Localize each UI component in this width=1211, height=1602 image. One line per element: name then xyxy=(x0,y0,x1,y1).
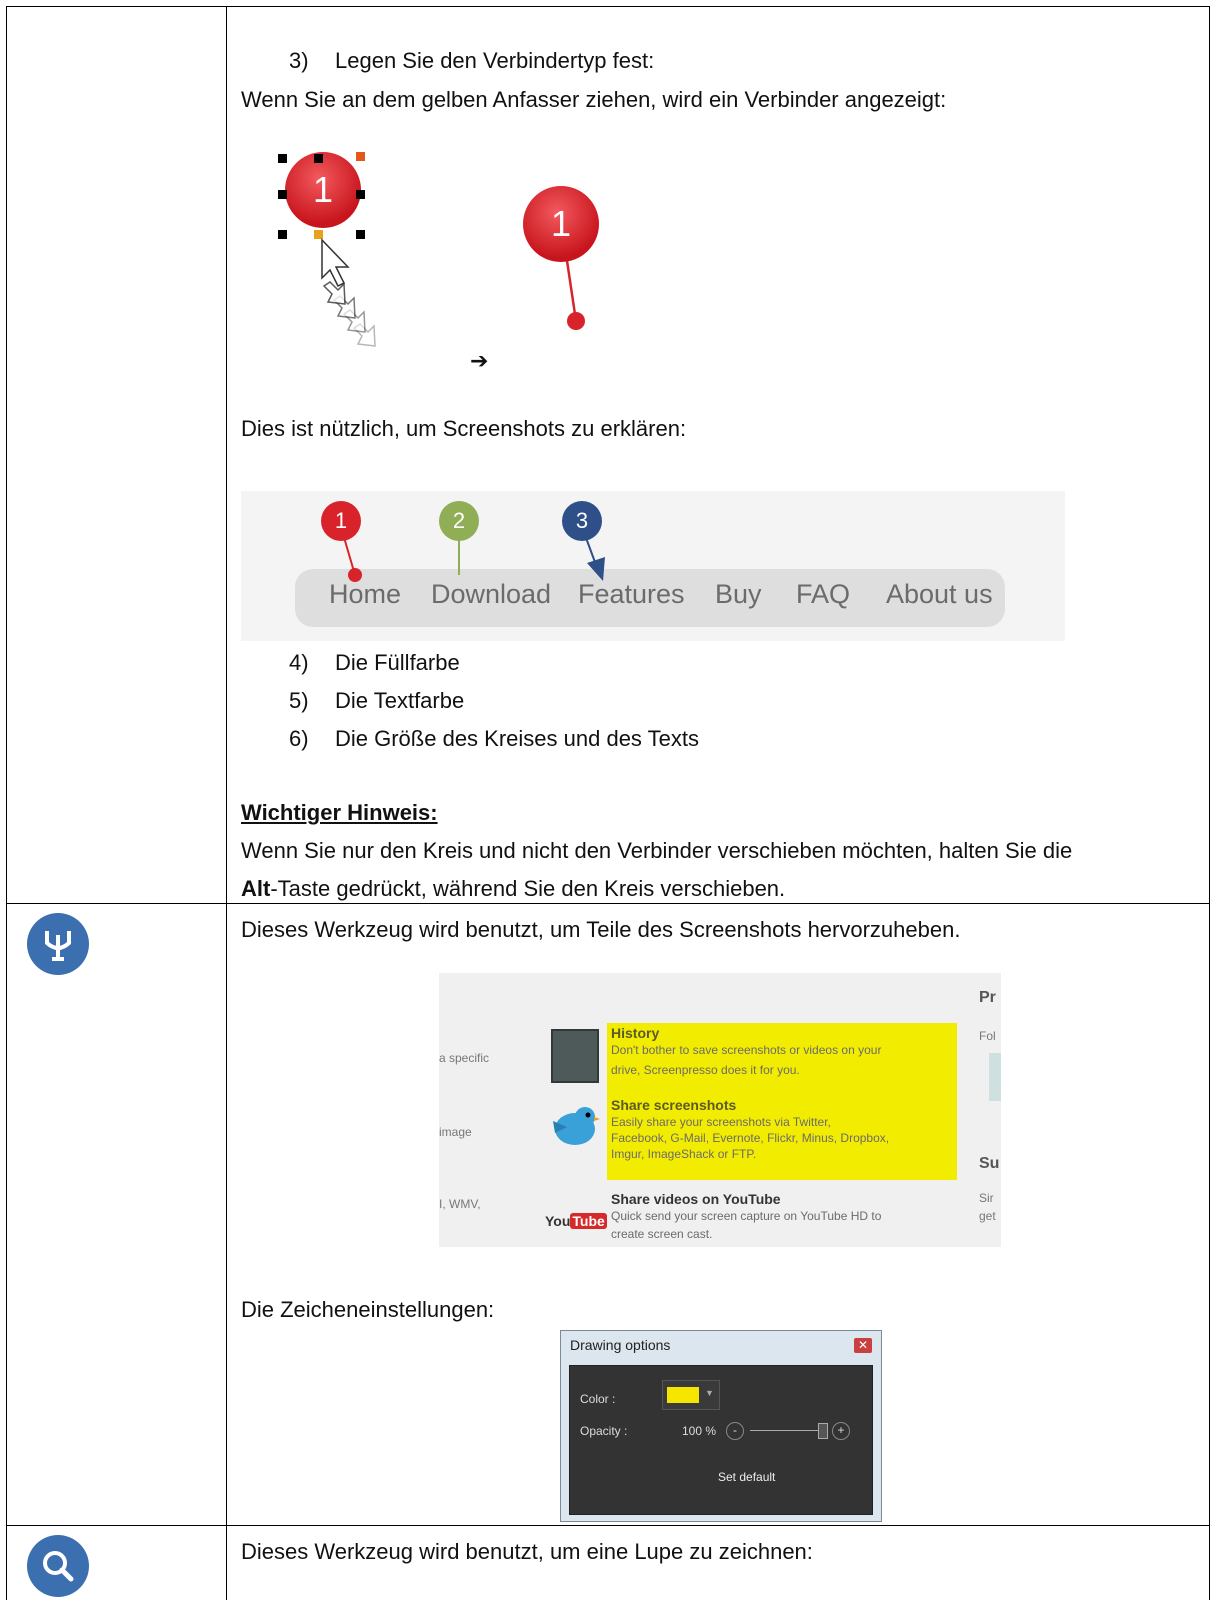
feature-3-body-1: Quick send your screen capture on YouTub… xyxy=(611,1209,882,1223)
right-fragment-1: Pr xyxy=(979,989,996,1006)
opacity-plus-button[interactable]: + xyxy=(832,1422,850,1440)
step-5-text: Die Textfarbe xyxy=(335,688,465,713)
highlighter-icon xyxy=(45,931,71,961)
opacity-label: Opacity : xyxy=(580,1424,628,1438)
arrow-glyph: ➔ xyxy=(470,348,489,373)
right-fragment-3: Su xyxy=(979,1155,1000,1172)
dialog-close-button[interactable]: ✕ xyxy=(854,1338,872,1353)
opacity-minus-button[interactable]: - xyxy=(726,1422,744,1440)
step-4: 4) Die Füllfarbe xyxy=(289,650,460,676)
youtube-logo-icon: You Tube xyxy=(545,1213,607,1229)
important-note-line-1: Wenn Sie nur den Kreis und nicht den Ver… xyxy=(241,838,1073,863)
right-fragment-4: Sir xyxy=(979,1191,994,1205)
left-fragment-2: image xyxy=(439,1125,472,1139)
step-4-number: 4) xyxy=(289,650,309,675)
useful-description: Dies ist nützlich, um Screenshots zu erk… xyxy=(241,416,687,441)
step-3: 3) Legen Sie den Verbindertyp fest: xyxy=(289,48,654,74)
highlight-example-image: a specific image I, WMV, You Tube History… xyxy=(439,973,1001,1247)
table-row-divider-2 xyxy=(6,1525,1210,1526)
highlighter-tool-icon xyxy=(27,913,89,975)
right-fragment-2: Fol xyxy=(979,1029,996,1043)
nav-badge-1: 1 xyxy=(321,501,361,541)
drag-description: Wenn Sie an dem gelben Anfasser ziehen, … xyxy=(241,87,947,112)
step-5: 5) Die Textfarbe xyxy=(289,688,464,714)
feature-1-body-2: drive, Screenpresso does it for you. xyxy=(611,1063,800,1077)
table-border-right xyxy=(1209,6,1210,1600)
feature-2-body-2: Facebook, G-Mail, Evernote, Flickr, Minu… xyxy=(611,1131,890,1145)
feature-1-body-1: Don't bother to save screenshots or vide… xyxy=(611,1043,882,1057)
nav-connectors xyxy=(340,526,605,582)
alt-key-rest: -Taste gedrückt, während Sie den Kreis v… xyxy=(270,876,786,901)
step-6: 6) Die Größe des Kreises und des Texts xyxy=(289,726,699,752)
document-page: 3) Legen Sie den Verbindertyp fest: Wenn … xyxy=(0,0,1211,1600)
set-default-button[interactable]: Set default xyxy=(718,1470,775,1484)
step-6-text: Die Größe des Kreises und des Texts xyxy=(335,726,699,751)
nav-item-buy: Buy xyxy=(715,579,762,609)
highlighter-description: Dieses Werkzeug wird benutzt, um Teile d… xyxy=(241,917,961,942)
table-border-middle xyxy=(226,6,227,1600)
set-default-label: Set default xyxy=(718,1470,776,1484)
feature-3-body-2: create screen cast. xyxy=(611,1227,713,1241)
opacity-value: 100 % xyxy=(682,1424,717,1438)
nav-item-faq: FAQ xyxy=(796,579,851,609)
alt-key-label: Alt xyxy=(241,876,271,901)
left-fragment-3: I, WMV, xyxy=(439,1197,481,1211)
color-label: Color : xyxy=(580,1392,616,1406)
drawing-options-dialog: Drawing options ✕ Color : ▼ Opacity : 10… xyxy=(560,1330,882,1522)
opacity-slider-handle[interactable] xyxy=(818,1423,828,1439)
chevron-down-icon: ▼ xyxy=(705,1388,714,1398)
step-3-number: 3) xyxy=(289,48,309,73)
nav-item-about: About us xyxy=(886,579,993,609)
feature-3-title: Share videos on YouTube xyxy=(611,1191,781,1207)
left-fragment-1: a specific xyxy=(439,1051,490,1065)
important-note-title: Wichtiger Hinweis: xyxy=(241,800,438,825)
nav-badge-3: 3 xyxy=(562,501,602,541)
callout-badge-number: 1 xyxy=(313,169,333,210)
nav-item-download: Download xyxy=(431,579,552,609)
important-note-line-2: Alt-Taste gedrückt, während Sie den Krei… xyxy=(241,876,785,902)
feature-1-title: History xyxy=(611,1025,660,1041)
magnifier-icon xyxy=(43,1551,74,1582)
step-4-text: Die Füllfarbe xyxy=(335,650,460,675)
color-swatch xyxy=(667,1387,699,1403)
table-border-left xyxy=(6,6,7,1600)
opacity-plus-glyph: + xyxy=(837,1423,845,1437)
nav-badge-2: 2 xyxy=(439,501,479,541)
feature-2-title: Share screenshots xyxy=(611,1097,737,1113)
opacity-slider-track[interactable] xyxy=(750,1430,824,1431)
feature-2-body-3: Imgur, ImageShack or FTP. xyxy=(611,1147,757,1161)
color-picker[interactable]: ▼ xyxy=(662,1380,720,1410)
connector-badge-number: 1 xyxy=(551,203,571,244)
nav-item-home: Home xyxy=(329,579,402,609)
right-thumbnail xyxy=(989,1053,1001,1101)
magnifier-tool-icon xyxy=(27,1535,89,1597)
callout-with-connector-image: 1 xyxy=(523,186,599,330)
right-fragment-5: get xyxy=(979,1209,996,1223)
twitter-bird-icon xyxy=(553,1107,600,1145)
dialog-title: Drawing options xyxy=(570,1337,671,1353)
table-border-top xyxy=(6,6,1210,7)
callout-selected-image: 1 xyxy=(278,152,376,347)
step-6-number: 6) xyxy=(289,726,309,751)
step-3-text: Legen Sie den Verbindertyp fest: xyxy=(335,48,655,73)
opacity-minus-glyph: - xyxy=(733,1423,737,1437)
step-5-number: 5) xyxy=(289,688,309,713)
dialog-body: Color : ▼ Opacity : 100 % - + Set defaul… xyxy=(569,1365,873,1515)
nav-example-image: 1 2 3 Home Download Features Buy FAQ Abo… xyxy=(241,491,1065,641)
magnifier-description: Dieses Werkzeug wird benutzt, um eine Lu… xyxy=(241,1539,813,1564)
feature-2-body-1: Easily share your screenshots via Twitte… xyxy=(611,1115,831,1129)
drawing-settings-label: Die Zeicheneinstellungen: xyxy=(241,1297,495,1322)
table-row-divider-1 xyxy=(6,903,1210,904)
nav-item-features: Features xyxy=(578,579,685,609)
history-thumbnail-icon xyxy=(551,1029,599,1083)
